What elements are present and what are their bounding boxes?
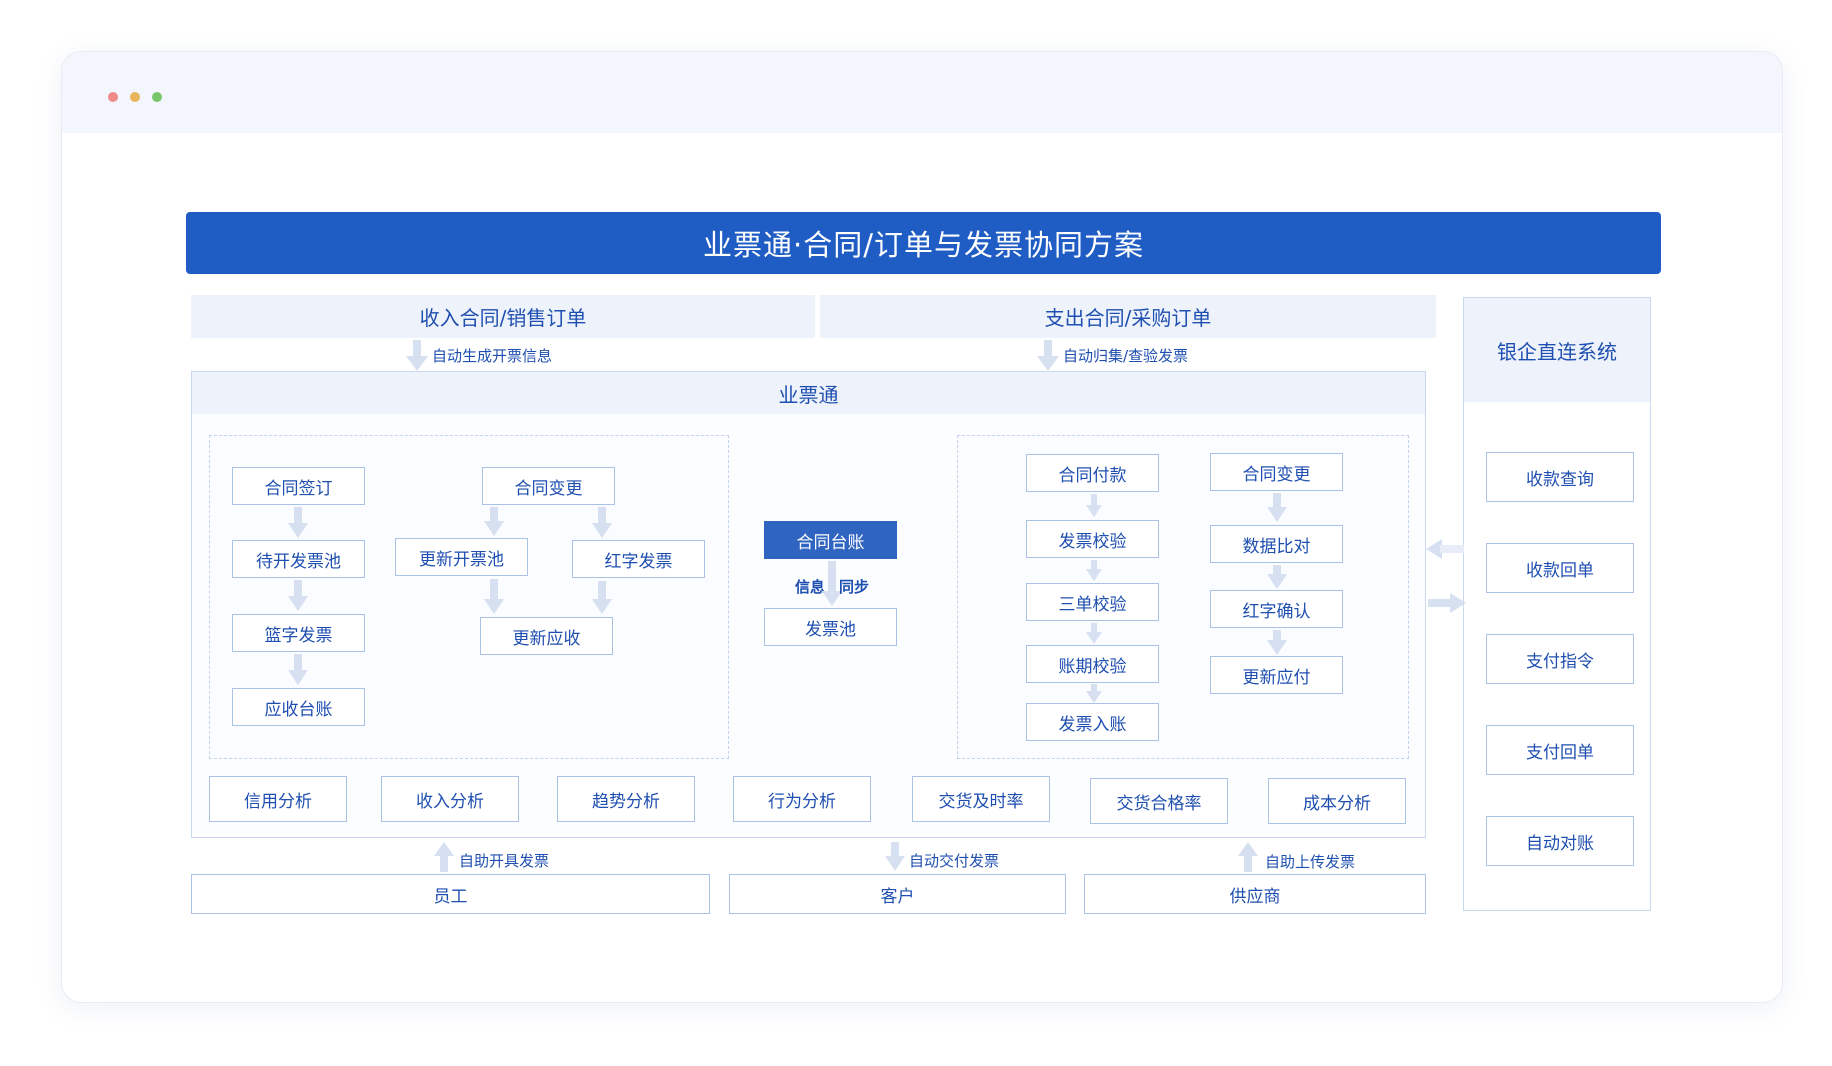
analytics-item: 交货合格率: [1090, 778, 1228, 824]
analytics-item: 成本分析: [1268, 778, 1406, 824]
contract-sign-box: 合同签订: [232, 467, 365, 505]
employee-flow-label: 自助开具发票: [459, 852, 550, 870]
red-confirm-box: 红字确认: [1210, 590, 1343, 628]
period-verify-box: 账期校验: [1026, 645, 1159, 683]
invoice-pool-box: 发票池: [764, 608, 897, 646]
bank-system-header: 银企直连系统: [1464, 298, 1650, 402]
deliver-arrow-icon: [885, 842, 905, 871]
pending-invoice-pool-box: 待开发票池: [232, 540, 365, 578]
bank-item: 支付指令: [1486, 634, 1634, 684]
close-dot-icon[interactable]: [108, 92, 118, 102]
arrow-down-icon: [1267, 493, 1287, 522]
invoice-verify-box: 发票校验: [1026, 520, 1159, 558]
analytics-item: 收入分析: [381, 776, 519, 822]
arrow-down-icon: [484, 507, 504, 536]
red-invoice-box: 红字发票: [572, 540, 705, 578]
contract-payment-box: 合同付款: [1026, 454, 1159, 492]
customer-box: 客户: [729, 874, 1066, 914]
bank-item: 收款回单: [1486, 543, 1634, 593]
income-section-header: 收入合同/销售订单: [191, 295, 815, 338]
expense-flow-label: 自动归集/查验发票: [1063, 347, 1189, 365]
arrow-left-icon: [1426, 539, 1464, 559]
analytics-item: 行为分析: [733, 776, 871, 822]
income-flow-arrow-icon: [406, 340, 428, 371]
arrow-down-icon: [288, 580, 308, 611]
analytics-item: 交货及时率: [912, 776, 1050, 822]
expense-contract-change-box: 合同变更: [1210, 453, 1343, 491]
contract-ledger-box: 合同台账: [764, 521, 897, 559]
arrow-right-icon: [1428, 593, 1466, 613]
supplier-flow-label: 自助上传发票: [1265, 853, 1356, 871]
customer-flow-label: 自动交付发票: [909, 852, 1000, 870]
arrow-down-icon: [1086, 494, 1102, 517]
bank-item: 收款查询: [1486, 452, 1634, 502]
data-compare-box: 数据比对: [1210, 525, 1343, 563]
employee-box: 员工: [191, 874, 710, 914]
arrow-down-icon: [1267, 630, 1287, 655]
receivable-ledger-box: 应收台账: [232, 688, 365, 726]
three-way-verify-box: 三单校验: [1026, 583, 1159, 621]
supplier-box: 供应商: [1084, 874, 1426, 914]
update-receivable-box: 更新应收: [480, 617, 613, 655]
sync-label: 同步: [839, 578, 870, 596]
upload-arrow-icon: [1238, 842, 1258, 872]
arrow-down-icon: [1086, 560, 1102, 581]
upload-arrow-icon: [434, 842, 454, 872]
arrow-down-icon: [592, 507, 612, 538]
maximize-dot-icon[interactable]: [152, 92, 162, 102]
window-titlebar: [62, 52, 1782, 133]
analytics-item: 信用分析: [209, 776, 347, 822]
contract-change-box: 合同变更: [482, 467, 615, 505]
arrow-down-icon: [484, 579, 504, 614]
platform-header: 业票通: [192, 372, 1425, 414]
expense-section-header: 支出合同/采购订单: [820, 295, 1436, 338]
blue-invoice-box: 篮字发票: [232, 614, 365, 652]
analytics-item: 趋势分析: [557, 776, 695, 822]
bank-item: 支付回单: [1486, 725, 1634, 775]
update-payable-box: 更新应付: [1210, 656, 1343, 694]
arrow-down-icon: [288, 654, 308, 685]
arrow-down-icon: [1086, 684, 1102, 703]
expense-flow-arrow-icon: [1037, 340, 1059, 371]
arrow-down-icon: [592, 581, 612, 614]
bank-item: 自动对账: [1486, 816, 1634, 866]
arrow-down-icon: [288, 507, 308, 538]
income-flow-label: 自动生成开票信息: [432, 347, 553, 365]
minimize-dot-icon[interactable]: [130, 92, 140, 102]
arrow-down-icon: [1086, 623, 1102, 644]
arrow-down-icon: [1267, 565, 1287, 589]
invoice-posting-box: 发票入账: [1026, 703, 1159, 741]
update-invoice-pool-box: 更新开票池: [395, 538, 528, 576]
diagram-title: 业票通·合同/订单与发票协同方案: [186, 212, 1661, 274]
